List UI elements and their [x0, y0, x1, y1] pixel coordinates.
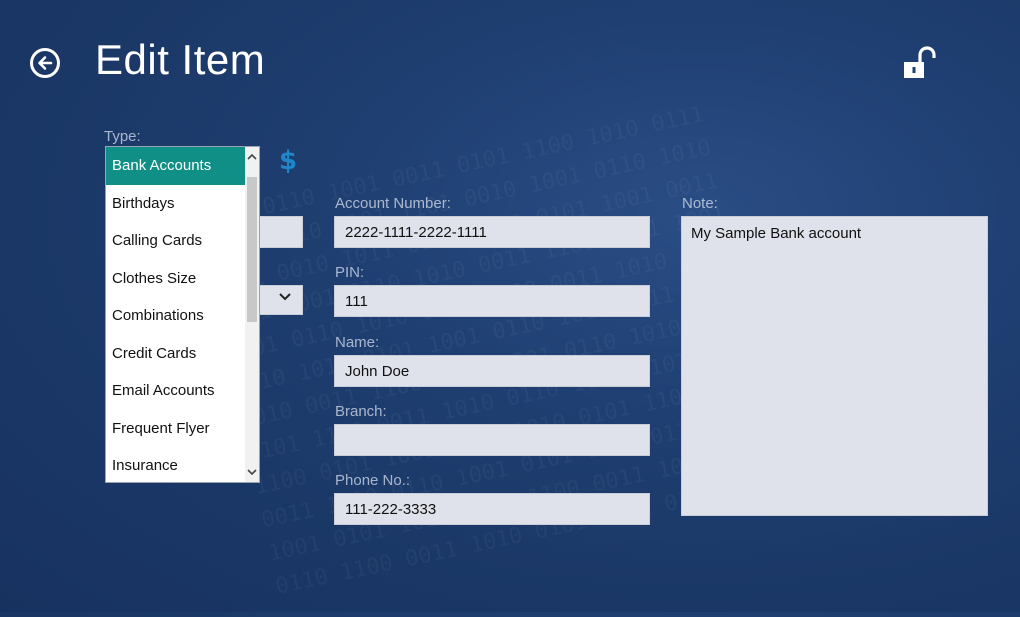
chevron-down-icon[interactable]: [278, 291, 292, 305]
back-arrow-icon: [38, 56, 53, 70]
name-field[interactable]: John Doe: [334, 355, 650, 387]
back-button[interactable]: [30, 48, 60, 78]
type-option-combinations[interactable]: Combinations: [106, 297, 246, 335]
type-option-insurance[interactable]: Insurance: [106, 447, 246, 482]
note-label: Note:: [682, 195, 718, 212]
pin-field[interactable]: 111: [334, 285, 650, 317]
type-dropdown-list[interactable]: Bank Accounts Birthdays Calling Cards Cl…: [105, 146, 260, 483]
type-option-frequent-flyer[interactable]: Frequent Flyer: [106, 410, 246, 448]
type-label: Type:: [104, 128, 141, 145]
note-textarea[interactable]: My Sample Bank account: [681, 216, 988, 516]
phone-label: Phone No.:: [335, 472, 411, 489]
type-option-email-accounts[interactable]: Email Accounts: [106, 372, 246, 410]
name-label: Name:: [335, 334, 380, 351]
type-option-birthdays[interactable]: Birthdays: [106, 185, 246, 223]
type-option-credit-cards[interactable]: Credit Cards: [106, 335, 246, 373]
unlocked-lock-icon[interactable]: [902, 46, 938, 80]
branch-field[interactable]: [334, 424, 650, 456]
phone-field[interactable]: 111-222-3333: [334, 493, 650, 525]
dollar-icon: $: [279, 146, 298, 176]
account-number-label: Account Number:: [335, 195, 451, 212]
page-title: Edit Item: [95, 36, 266, 83]
account-number-field[interactable]: 2222-1111-2222-1111: [334, 216, 650, 248]
scroll-down-icon[interactable]: [245, 464, 259, 480]
scrollbar-thumb[interactable]: [247, 177, 257, 322]
pin-label: PIN:: [335, 264, 365, 281]
branch-label: Branch:: [335, 403, 387, 420]
type-option-calling-cards[interactable]: Calling Cards: [106, 222, 246, 260]
dropdown-scrollbar[interactable]: [245, 147, 259, 482]
type-option-bank-accounts[interactable]: Bank Accounts: [106, 147, 246, 185]
scroll-up-icon[interactable]: [245, 149, 259, 165]
type-option-clothes-size[interactable]: Clothes Size: [106, 260, 246, 298]
